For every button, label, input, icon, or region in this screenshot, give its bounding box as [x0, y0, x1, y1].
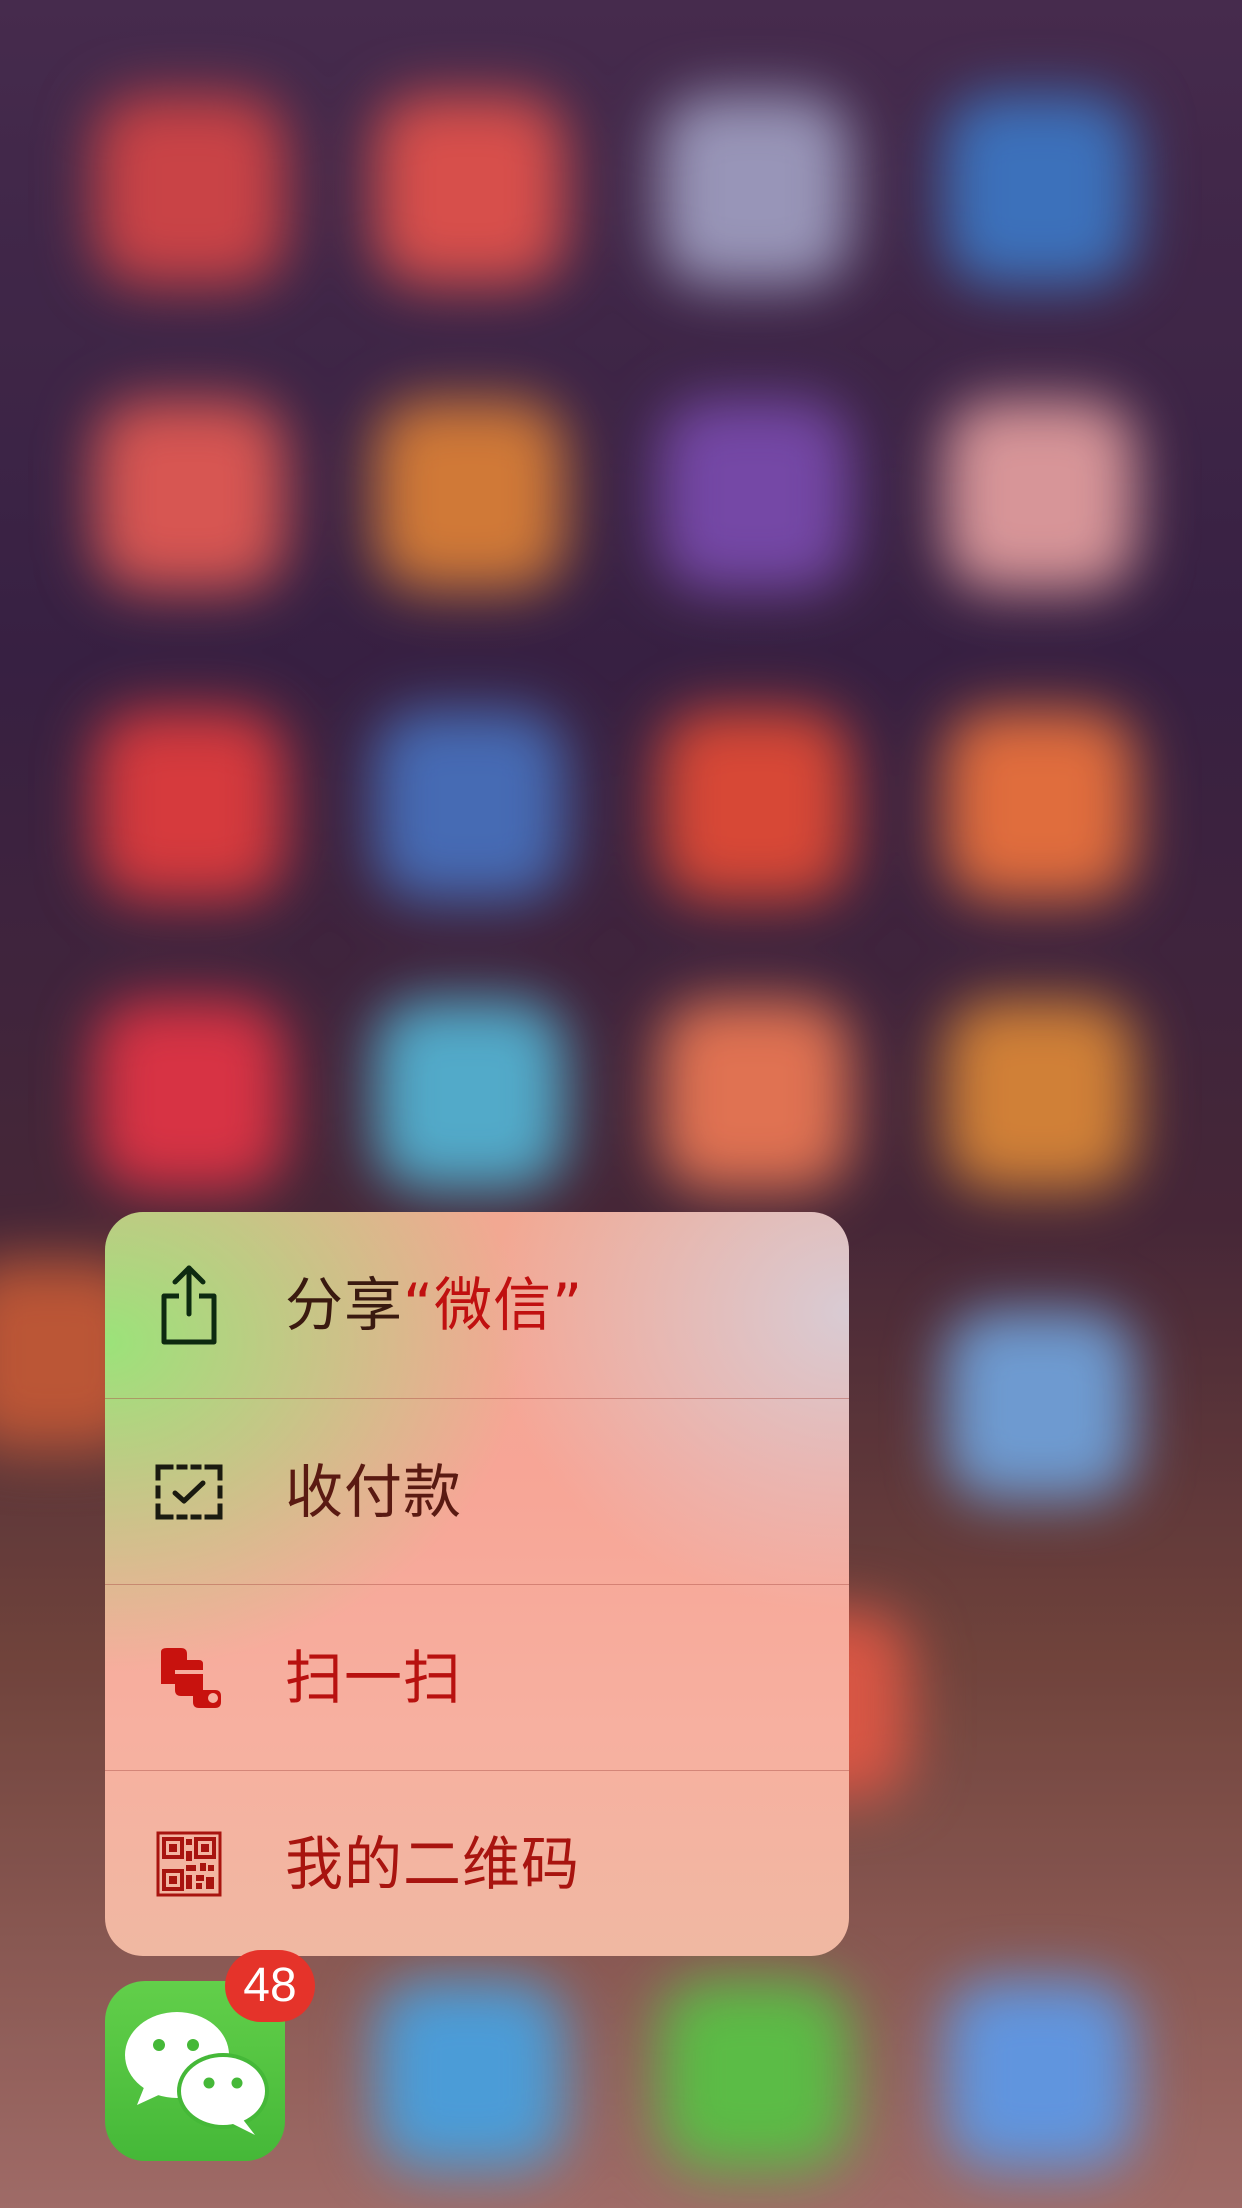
qr-code-icon [155, 1830, 223, 1898]
notification-badge: 48 [225, 1950, 315, 2022]
share-icon [155, 1265, 223, 1345]
payment-label: 收付款 [285, 1457, 463, 1526]
payment-scan-icon [155, 1458, 223, 1526]
payment-action[interactable]: 收付款 [105, 1398, 849, 1584]
share-app-action[interactable]: 分享“微信” [105, 1212, 849, 1398]
scan-action[interactable]: 扫一扫 [105, 1584, 849, 1770]
my-qr-code-label: 我的二维码 [285, 1829, 581, 1898]
home-screen: 分享“微信” 收付款 扫一扫 我的二维码 48 [0, 0, 1242, 2208]
scan-icon [155, 1644, 223, 1712]
quick-action-menu: 分享“微信” 收付款 扫一扫 我的二维码 [105, 1212, 849, 1956]
my-qr-code-action[interactable]: 我的二维码 [105, 1770, 849, 1956]
scan-label: 扫一扫 [285, 1643, 463, 1712]
share-app-label: 分享“微信” [285, 1271, 584, 1339]
